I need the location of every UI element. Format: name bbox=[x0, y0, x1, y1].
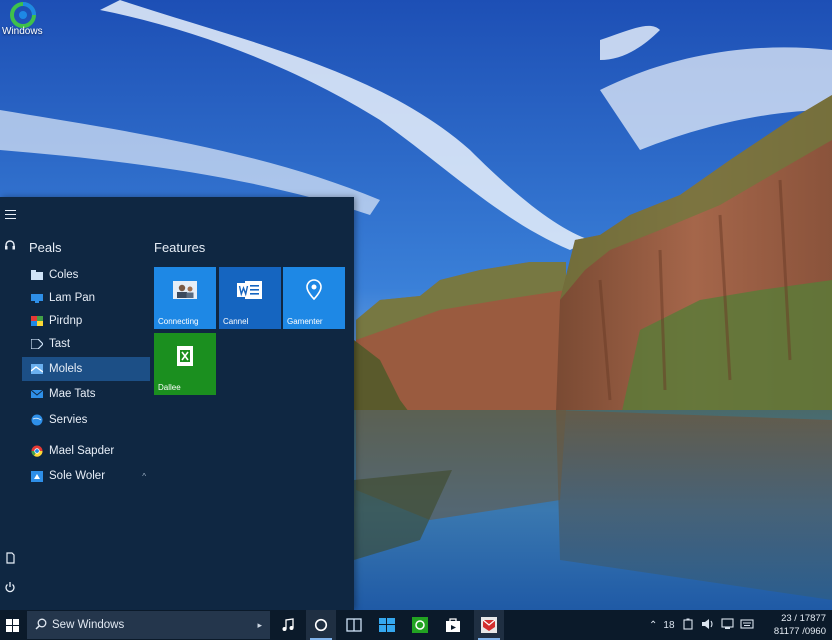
app-item-mael-sapder[interactable]: Mael Sapder bbox=[22, 439, 150, 463]
store-icon bbox=[30, 470, 43, 482]
monitor-icon bbox=[30, 293, 43, 304]
app-item-molels[interactable]: Molels bbox=[22, 357, 150, 381]
app-item-label: Coles bbox=[49, 269, 79, 281]
windows-swirl-icon bbox=[10, 2, 36, 28]
document-icon[interactable] bbox=[2, 552, 18, 568]
tile-connecting[interactable]: Connecting bbox=[154, 267, 216, 329]
cortana-icon bbox=[314, 618, 328, 632]
photos-icon bbox=[30, 316, 43, 327]
music-icon bbox=[282, 618, 294, 631]
xbox-icon bbox=[412, 617, 428, 633]
globe-icon bbox=[30, 414, 43, 426]
folder-icon bbox=[30, 270, 43, 281]
taskbar-app-store[interactable] bbox=[438, 610, 468, 640]
tile-label: Dallee bbox=[158, 383, 181, 392]
app-item-label: Servies bbox=[49, 414, 88, 426]
tag-icon bbox=[30, 339, 43, 350]
taskbar-app-photos[interactable] bbox=[474, 610, 504, 640]
app-item-label: Mae Tats bbox=[49, 388, 96, 400]
tile-label: Gamenter bbox=[287, 317, 323, 326]
taskbar-app-explorer[interactable] bbox=[372, 610, 402, 640]
start-menu: Peals Features Coles Lam Pan Pirdnp Tast… bbox=[0, 197, 354, 610]
battery-icon[interactable] bbox=[682, 618, 693, 633]
taskbar: Sew Windows ▸ ⌃ 18 23 / 17877 81177 /096… bbox=[0, 610, 832, 640]
app-item-coles[interactable]: Coles bbox=[22, 263, 150, 287]
hamburger-menu-icon[interactable] bbox=[2, 207, 18, 223]
clock-date: 81177 /0960 bbox=[773, 626, 826, 637]
desktop-logo[interactable]: Windows bbox=[2, 2, 62, 37]
tile-cannel[interactable]: Cannel bbox=[219, 267, 281, 329]
power-icon[interactable] bbox=[2, 581, 18, 597]
app-item-mae-tats[interactable]: Mae Tats bbox=[22, 382, 150, 406]
tile-gamenter[interactable]: Gamenter bbox=[283, 267, 345, 329]
app-item-label: Tast bbox=[49, 338, 71, 350]
volume-icon[interactable] bbox=[701, 618, 715, 633]
tile-dallee[interactable]: Dallee bbox=[154, 333, 216, 395]
store-icon bbox=[446, 618, 460, 632]
taskbar-clock[interactable]: 23 / 17877 81177 /0960 bbox=[774, 612, 826, 638]
app-item-sole-woler[interactable]: Sole Woler ^ bbox=[22, 464, 150, 488]
app-item-label: Lam Pan bbox=[49, 292, 96, 304]
desktop-logo-label: Windows bbox=[2, 26, 43, 37]
app-item-tast[interactable]: Tast bbox=[22, 332, 150, 356]
tile-label: Connecting bbox=[158, 317, 199, 326]
windows-logo-icon bbox=[5, 618, 19, 632]
chevron-up-icon[interactable]: ⌃ bbox=[649, 620, 657, 631]
location-icon bbox=[305, 278, 323, 303]
app-item-label: Molels bbox=[49, 363, 83, 375]
network-icon[interactable] bbox=[720, 617, 734, 633]
taskbar-app-task-view[interactable] bbox=[339, 610, 369, 640]
mail-icon bbox=[30, 389, 43, 400]
clock-time: 23 / 17877 bbox=[781, 613, 826, 624]
app-item-servies[interactable]: Servies bbox=[22, 408, 150, 432]
apps-section-header: Peals bbox=[29, 240, 62, 255]
photos-app-icon bbox=[481, 617, 497, 633]
app-item-label: Pirdnp bbox=[49, 315, 83, 327]
search-icon bbox=[35, 618, 47, 633]
taskbar-app-xbox[interactable] bbox=[405, 610, 435, 640]
tiles-section-header: Features bbox=[154, 240, 206, 255]
keyboard-icon[interactable] bbox=[739, 618, 754, 633]
taskbar-app-music[interactable] bbox=[273, 610, 303, 640]
search-placeholder: Sew Windows bbox=[52, 619, 125, 631]
chrome-icon bbox=[30, 445, 43, 457]
tray-text: 18 bbox=[663, 619, 675, 631]
task-view-icon bbox=[346, 618, 362, 632]
app-item-label: Sole Woler bbox=[49, 470, 106, 482]
start-menu-rail bbox=[0, 197, 20, 610]
headphones-icon[interactable] bbox=[2, 239, 18, 255]
app-item-pirdnp[interactable]: Pirdnp bbox=[22, 309, 150, 333]
app-item-lam-pan[interactable]: Lam Pan bbox=[22, 286, 150, 310]
chevron-up-icon[interactable]: ^ bbox=[142, 472, 146, 481]
word-icon bbox=[237, 279, 263, 303]
start-button[interactable] bbox=[0, 610, 24, 640]
people-icon bbox=[173, 280, 197, 301]
app-item-label: Mael Sapder bbox=[49, 445, 115, 457]
system-tray: ⌃ 18 bbox=[649, 610, 754, 640]
excel-icon bbox=[174, 345, 196, 369]
arrow-right-icon: ▸ bbox=[257, 619, 262, 630]
taskbar-app-cortana[interactable] bbox=[306, 610, 336, 640]
taskbar-search-box[interactable]: Sew Windows ▸ bbox=[27, 611, 270, 639]
explorer-icon bbox=[379, 618, 395, 632]
tile-label: Cannel bbox=[223, 317, 249, 326]
maps-icon bbox=[30, 364, 43, 375]
